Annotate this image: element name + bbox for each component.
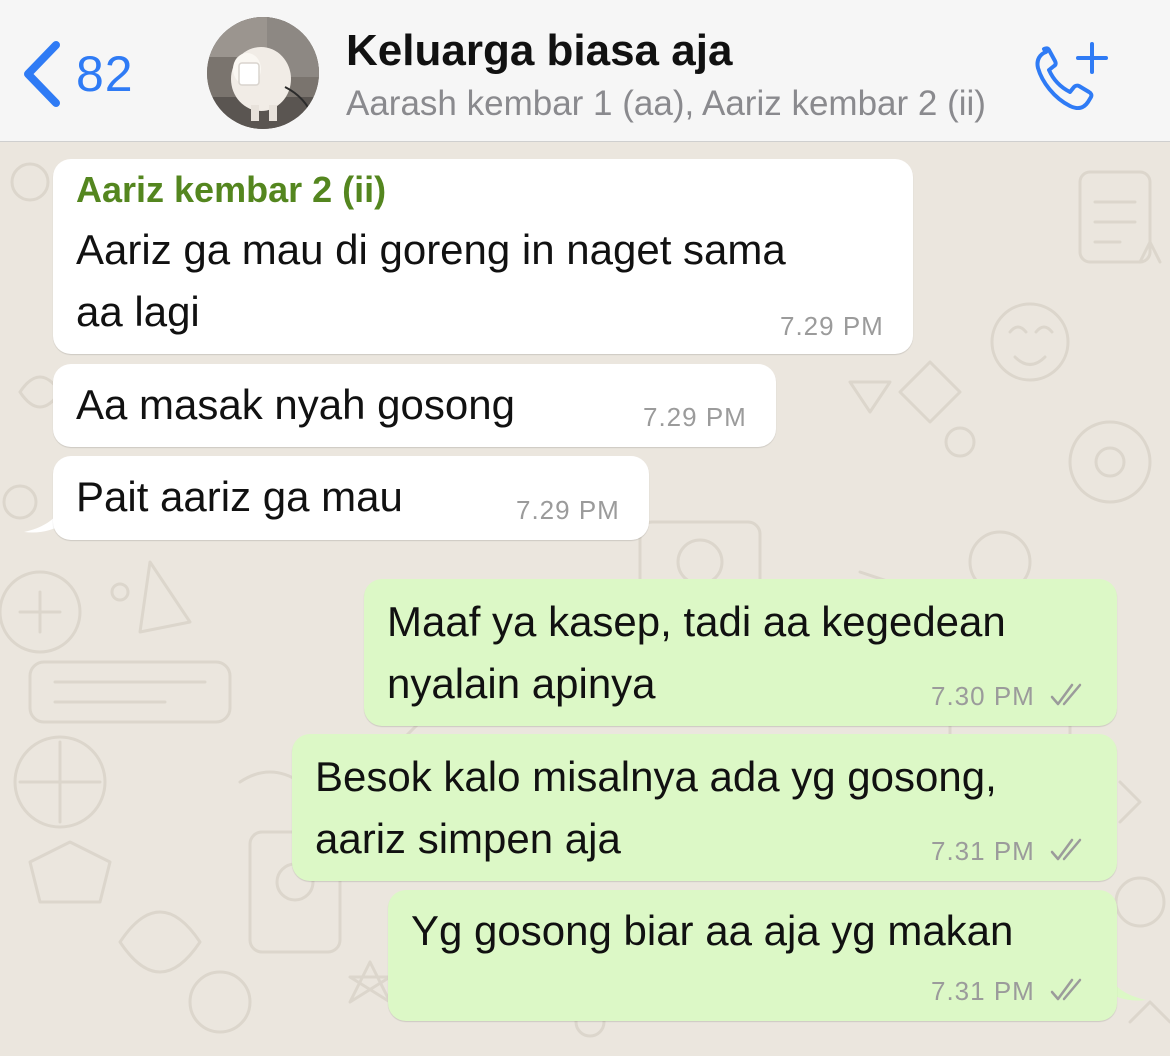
chat-title[interactable]: Keluarga biasa aja (346, 26, 732, 76)
message-bubble-incoming[interactable]: Aariz kembar 2 (ii) Aariz ga mau di gore… (53, 159, 913, 354)
message-timestamp: 7.29 PM (780, 311, 884, 341)
message-bubble-incoming[interactable]: Pait aariz ga mau 7.29 PM (53, 456, 649, 540)
message-text-line: Pait aariz ga mau (76, 473, 403, 520)
message-timestamp: 7.31 PM (931, 836, 1035, 866)
add-call-button[interactable] (1032, 40, 1112, 111)
back-button[interactable]: 82 (22, 36, 134, 112)
message-bubble-outgoing[interactable]: Besok kalo misalnya ada yg gosong, aariz… (292, 734, 1117, 881)
double-check-icon (1050, 838, 1082, 861)
message-bubble-outgoing[interactable]: Yg gosong biar aa aja yg makan 7.31 PM (388, 890, 1117, 1021)
message-timestamp: 7.30 PM (931, 681, 1035, 711)
message-text-line: Aa masak nyah gosong (76, 381, 515, 428)
message-text-line: aariz simpen aja (315, 815, 621, 862)
message-timestamp: 7.29 PM (643, 402, 747, 432)
group-avatar[interactable] (207, 17, 319, 129)
message-text-line: Yg gosong biar aa aja yg makan (411, 907, 1014, 954)
unread-count: 82 (76, 46, 134, 102)
message-text-line: aa lagi (76, 288, 200, 335)
message-text-line: Aariz ga mau di goreng in naget sama (76, 226, 786, 273)
message-text-line: Maaf ya kasep, tadi aa kegedean (387, 598, 1006, 645)
group-members[interactable]: Aarash kembar 1 (aa), Aariz kembar 2 (ii… (346, 84, 1006, 124)
add-call-icon (1035, 42, 1108, 111)
double-check-icon (1050, 978, 1082, 1001)
message-bubble-outgoing[interactable]: Maaf ya kasep, tadi aa kegedean nyalain … (364, 579, 1117, 726)
avatar-photo (207, 17, 319, 129)
double-check-icon (1050, 683, 1082, 706)
chevron-left-icon (24, 41, 60, 107)
sender-name: Aariz kembar 2 (ii) (76, 169, 387, 210)
message-bubble-incoming[interactable]: Aa masak nyah gosong 7.29 PM (53, 364, 776, 447)
message-timestamp: 7.29 PM (516, 495, 620, 525)
message-text-line: Besok kalo misalnya ada yg gosong, (315, 753, 997, 800)
message-timestamp: 7.31 PM (931, 976, 1035, 1006)
chat-header: 82 Keluarga biasa aja Aarash kembar 1 (a… (0, 0, 1170, 142)
message-text-line: nyalain apinya (387, 660, 656, 707)
